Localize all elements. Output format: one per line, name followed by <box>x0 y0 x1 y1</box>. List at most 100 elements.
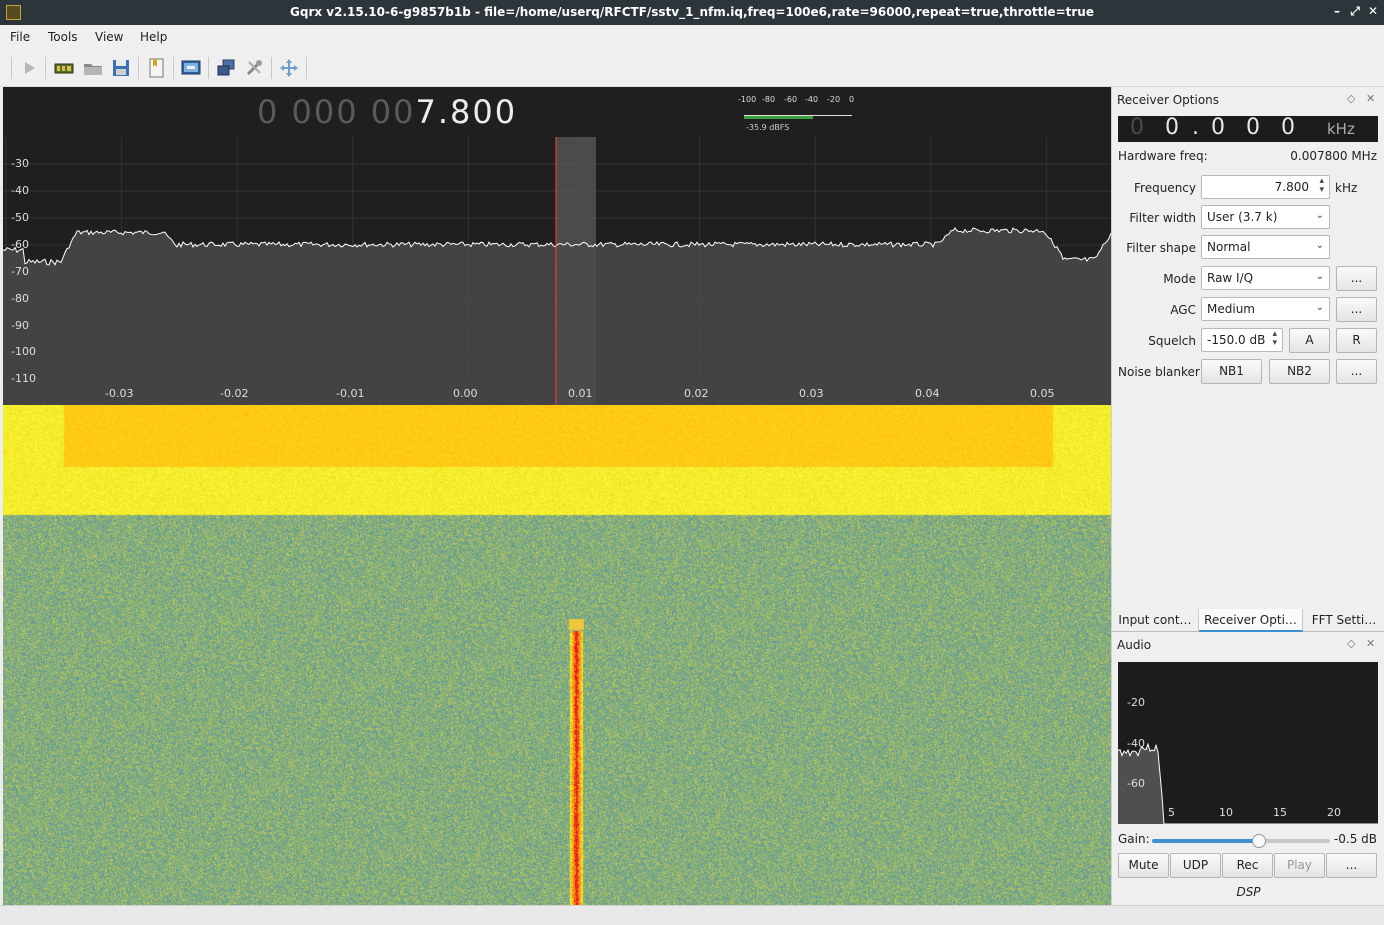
rx-frequency-lcd[interactable]: 0 0 . 0 0 0 kHz <box>1118 115 1378 142</box>
chevron-down-icon: ⌄ <box>1315 210 1324 221</box>
tab-receiver-options[interactable]: Receiver Opti… <box>1199 609 1303 632</box>
x-axis-label: 0.00 <box>453 387 478 400</box>
restore-button[interactable]: ⤢ <box>1348 4 1362 20</box>
freq-lit-digits: 7.800 <box>415 93 518 131</box>
meter-scale-label: -40 <box>805 95 819 104</box>
gain-slider[interactable] <box>1152 834 1330 848</box>
lcd-digit: 0 <box>1281 115 1295 140</box>
tab-fft-settings[interactable]: FFT Setti… <box>1303 609 1384 632</box>
status-bar <box>0 905 1384 925</box>
toolbar-separator <box>271 57 272 79</box>
meter-scale-label: -60 <box>784 95 798 104</box>
audio-x-label: 10 <box>1219 806 1233 819</box>
squelch-reset-button[interactable]: R <box>1336 328 1377 353</box>
dock-tabs: Input cont… Receiver Opti… FFT Setti… <box>1112 609 1384 632</box>
menu-bar: File Tools View Help <box>0 25 1384 49</box>
x-axis-label: -0.02 <box>220 387 249 400</box>
gain-label: Gain: <box>1118 832 1150 846</box>
mode-label: Mode <box>1163 272 1196 286</box>
close-icon[interactable]: ✕ <box>1366 637 1375 650</box>
screen-icon[interactable] <box>180 57 202 79</box>
nb2-button[interactable]: NB2 <box>1269 359 1330 384</box>
waterfall[interactable] <box>3 405 1111 905</box>
rec-button[interactable]: Rec <box>1222 853 1273 878</box>
audio-y-label: -40 <box>1127 737 1145 750</box>
toolbar-separator <box>208 57 209 79</box>
y-axis-label: -50 <box>11 211 29 224</box>
x-axis-label: 0.05 <box>1030 387 1055 400</box>
audio-y-label: -20 <box>1127 696 1145 709</box>
y-axis-label: -110 <box>11 372 36 385</box>
gain-slider-fill <box>1152 839 1259 843</box>
open-icon[interactable] <box>82 57 104 79</box>
float-icon[interactable]: ◇ <box>1347 92 1355 105</box>
move-icon[interactable] <box>278 57 300 79</box>
settings-icon[interactable] <box>243 57 265 79</box>
filter-width-select[interactable]: User (3.7 k) ⌄ <box>1201 205 1330 229</box>
nb1-button[interactable]: NB1 <box>1201 359 1262 384</box>
title-bar: Gqrx v2.15.10-6-g9857b1b - file=/home/us… <box>0 0 1384 25</box>
device-icon[interactable] <box>53 57 75 79</box>
y-axis-label: -80 <box>11 292 29 305</box>
squelch-input[interactable]: -150.0 dB ▴ ▾ <box>1201 328 1283 352</box>
frequency-display[interactable]: 0 000 007.800 <box>257 93 517 131</box>
gain-value: -0.5 dB <box>1333 832 1377 846</box>
bookmark-icon[interactable] <box>145 57 167 79</box>
minimize-button[interactable]: – <box>1330 4 1344 20</box>
agc-value: Medium <box>1207 302 1255 316</box>
squelch-auto-button[interactable]: A <box>1289 328 1330 353</box>
y-axis-label: -40 <box>11 184 29 197</box>
panadapter[interactable]: 0 000 007.800 -100 -80 -60 -40 -20 0 -35… <box>3 87 1111 405</box>
hardware-freq-label: Hardware freq: <box>1118 149 1208 163</box>
filter-shape-select[interactable]: Normal ⌄ <box>1201 235 1330 259</box>
udp-button[interactable]: UDP <box>1170 853 1221 878</box>
audio-fft-plot: -20 -40 -60 5 10 15 20 <box>1118 662 1378 824</box>
x-axis-label: 0.02 <box>684 387 709 400</box>
toolbar-separator <box>173 57 174 79</box>
x-axis-label: -0.03 <box>105 387 134 400</box>
filter-width-value: User (3.7 k) <box>1207 210 1278 224</box>
frequency-value: 7.800 <box>1274 180 1309 194</box>
x-axis-label: 0.04 <box>915 387 940 400</box>
close-icon[interactable]: ✕ <box>1366 92 1375 105</box>
agc-options-button[interactable]: ... <box>1336 297 1377 322</box>
noise-blanker-options-button[interactable]: ... <box>1336 359 1377 384</box>
right-dock: Receiver Options ◇ ✕ 0 0 . 0 0 0 kHz Har… <box>1111 87 1384 905</box>
mode-value: Raw I/Q <box>1207 271 1254 285</box>
chevron-down-icon: ⌄ <box>1315 302 1324 313</box>
spinner-icon[interactable]: ▴ ▾ <box>1319 177 1324 195</box>
lcd-digit: 0 <box>1246 115 1260 140</box>
menu-file[interactable]: File <box>10 30 30 44</box>
audio-options-button[interactable]: ... <box>1326 853 1377 878</box>
mode-options-button[interactable]: ... <box>1336 266 1377 291</box>
play-button[interactable]: Play <box>1274 853 1325 878</box>
toolbar <box>0 49 1384 87</box>
frequency-input[interactable]: 7.800 ▴ ▾ <box>1201 175 1330 199</box>
x-axis-label: 0.03 <box>799 387 824 400</box>
toolbar-separator <box>45 57 46 79</box>
filter-shape-value: Normal <box>1207 240 1251 254</box>
float-icon[interactable]: ◇ <box>1347 637 1355 650</box>
meter-scale-label: -80 <box>762 95 776 104</box>
spectrum-plotter[interactable]: 0 000 007.800 -100 -80 -60 -40 -20 0 -35… <box>3 87 1111 905</box>
cascade-icon[interactable] <box>215 57 237 79</box>
menu-view[interactable]: View <box>95 30 123 44</box>
close-button[interactable]: ✕ <box>1366 4 1380 20</box>
meter-scale-label: -20 <box>827 95 841 104</box>
mode-select[interactable]: Raw I/Q ⌄ <box>1201 266 1330 290</box>
save-icon[interactable] <box>110 57 132 79</box>
play-icon[interactable] <box>18 57 40 79</box>
hardware-freq-value: 0.007800 MHz <box>1290 149 1377 163</box>
gain-slider-handle[interactable] <box>1251 834 1266 848</box>
lcd-digit: 0 <box>1165 115 1179 140</box>
menu-help[interactable]: Help <box>140 30 167 44</box>
filter-width-label: Filter width <box>1129 211 1196 225</box>
lcd-digit: 0 <box>1211 115 1225 140</box>
lcd-unit: kHz <box>1327 120 1355 138</box>
tab-input-controls[interactable]: Input cont… <box>1112 609 1199 632</box>
spinner-icon[interactable]: ▴ ▾ <box>1272 330 1277 348</box>
agc-select[interactable]: Medium ⌄ <box>1201 297 1330 321</box>
chevron-down-icon: ⌄ <box>1315 271 1324 282</box>
mute-button[interactable]: Mute <box>1118 853 1169 878</box>
menu-tools[interactable]: Tools <box>48 30 78 44</box>
